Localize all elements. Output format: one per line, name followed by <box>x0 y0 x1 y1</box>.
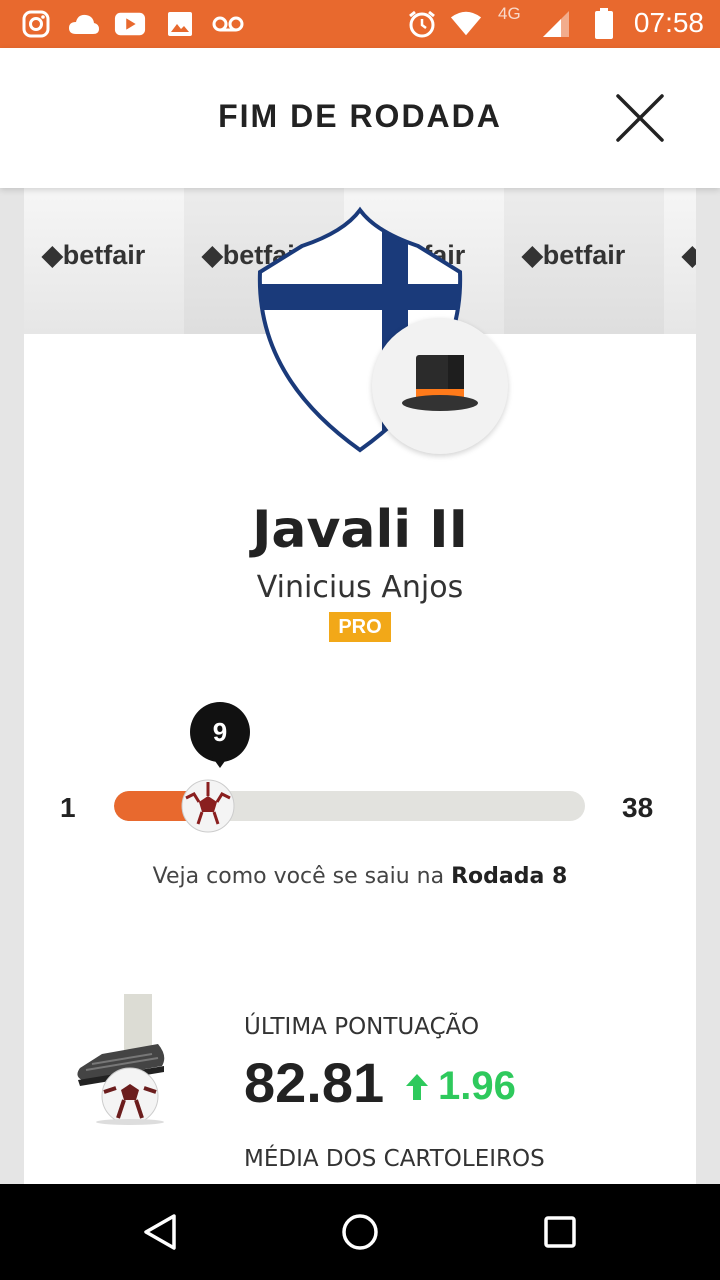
last-score-value: 82.81 <box>244 1051 385 1114</box>
bubble-tail <box>210 754 230 768</box>
round-max-label: 38 <box>622 792 654 823</box>
voicemail-icon <box>212 8 244 40</box>
instagram-icon <box>20 8 52 40</box>
ad-cell: ◆betfair <box>24 188 184 334</box>
status-time: 07:58 <box>633 7 704 38</box>
betfair-mark-icon: ◆ <box>522 240 543 270</box>
wifi-icon <box>450 8 482 40</box>
home-circle-icon <box>342 1214 378 1250</box>
last-score-label: ÚLTIMA PONTUAÇÃO <box>244 1014 480 1040</box>
back-button[interactable] <box>134 1206 186 1258</box>
soccer-ball-slider-handle[interactable] <box>180 778 236 834</box>
team-name: Javali II <box>252 500 468 560</box>
betfair-logo: ◆betfair <box>42 240 146 270</box>
average-label: MÉDIA DOS CARTOLEIROS <box>244 1146 545 1172</box>
navigation-bar <box>0 1184 720 1280</box>
top-hat-icon <box>402 355 478 411</box>
youtube-icon <box>114 8 146 40</box>
soccer-ball-icon <box>181 779 235 833</box>
pro-badge: PRO <box>329 612 391 642</box>
close-button[interactable] <box>612 90 668 146</box>
close-icon <box>616 94 664 142</box>
header: FIM DE RODADA <box>0 48 720 188</box>
recents-button[interactable] <box>534 1206 586 1258</box>
ad-cell: ◆betfair <box>504 188 664 334</box>
arrow-up-icon <box>406 1073 428 1100</box>
cleat-and-ball-icon <box>72 992 172 1126</box>
battery-icon <box>588 8 620 40</box>
home-button[interactable] <box>334 1206 386 1258</box>
recents-square-icon <box>544 1216 576 1248</box>
betfair-mark-icon: ◆ <box>682 240 696 270</box>
last-score-delta: 1.96 <box>404 1064 516 1109</box>
ad-cell: ◆betfair <box>664 188 696 334</box>
cloud-icon <box>68 8 100 40</box>
signal-icon <box>540 8 572 40</box>
avatar <box>372 318 508 454</box>
betfair-mark-icon: ◆ <box>202 240 223 270</box>
gallery-icon <box>164 8 196 40</box>
round-caption: Veja como você se saiu na Rodada 8 <box>152 864 568 889</box>
current-round-bubble: 9 <box>190 702 250 762</box>
back-triangle-icon <box>144 1214 176 1250</box>
betfair-logo: ◆betfair <box>522 240 626 270</box>
betfair-mark-icon: ◆ <box>42 240 63 270</box>
alarm-icon <box>406 8 438 40</box>
round-min-label: 1 <box>60 792 76 823</box>
network-type: 4G <box>498 4 521 23</box>
status-bar: 4G 07:58 <box>0 0 720 48</box>
round-link[interactable]: Rodada 8 <box>451 864 567 889</box>
betfair-logo: ◆betfair <box>682 240 696 271</box>
owner-name: Vinicius Anjos <box>256 570 464 605</box>
